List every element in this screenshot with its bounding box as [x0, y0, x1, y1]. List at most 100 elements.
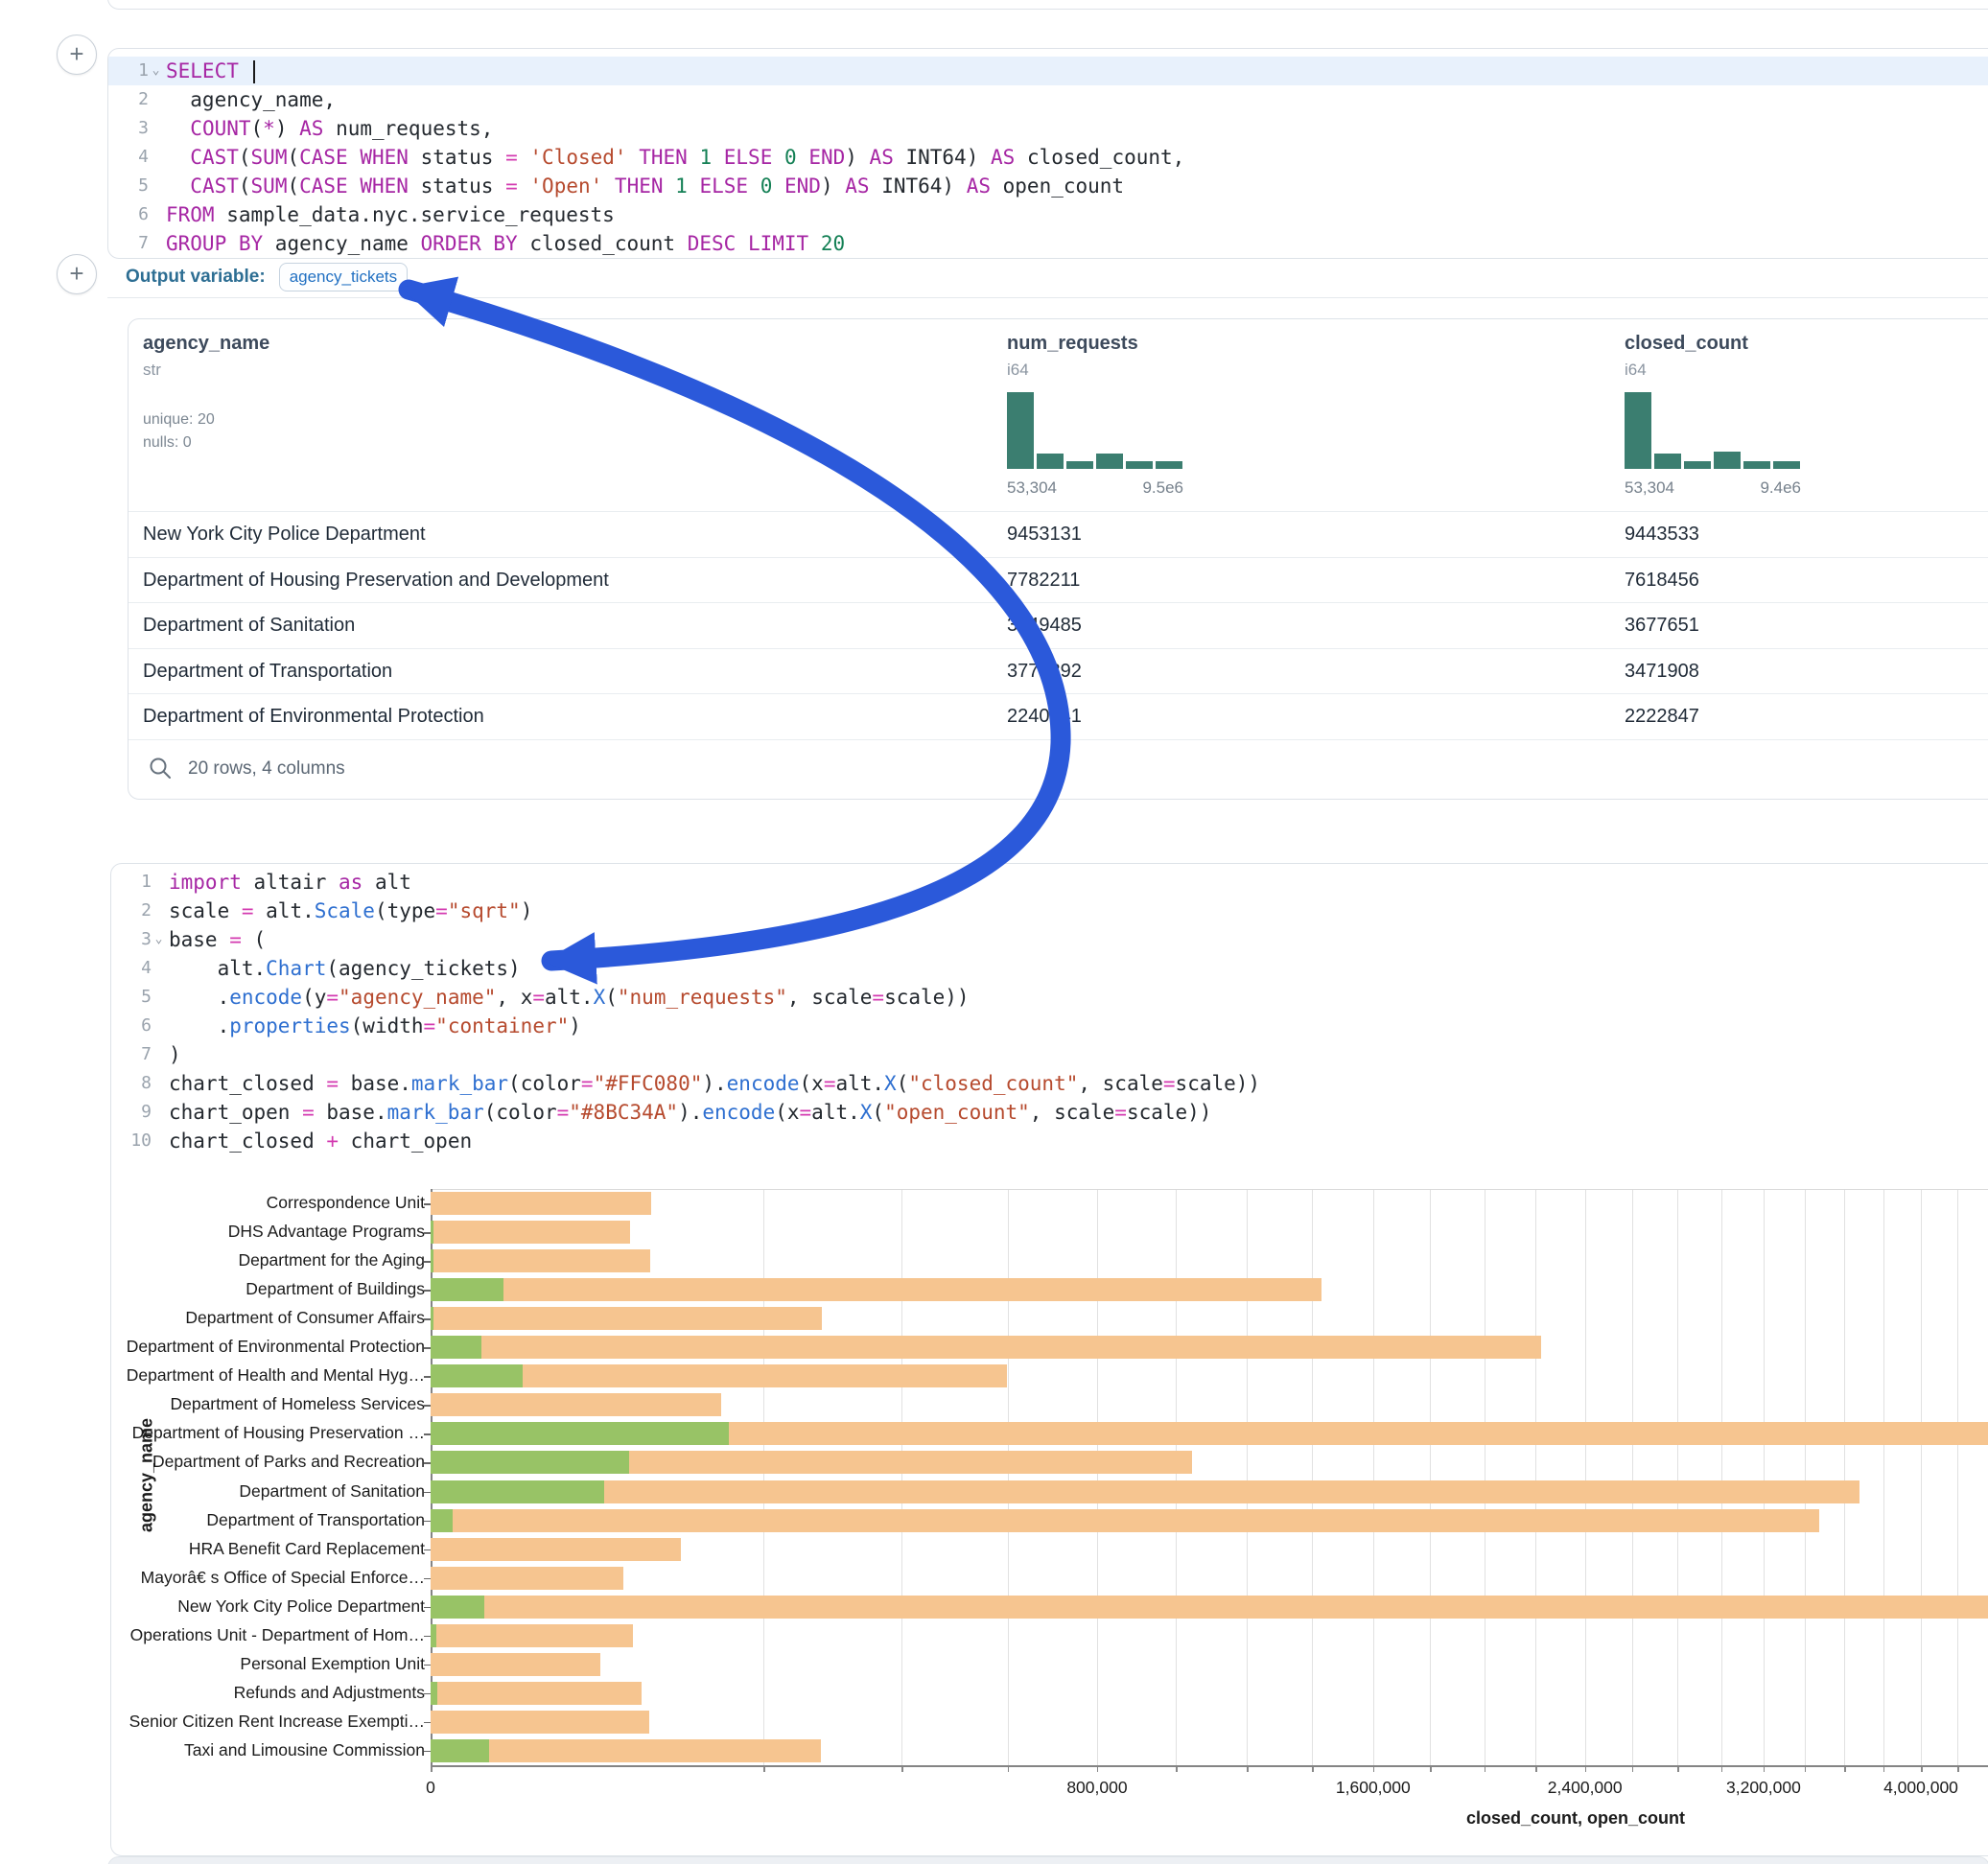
column-name: agency_name — [143, 333, 269, 355]
column-stat: nulls: 0 — [143, 434, 192, 452]
code-text: FROM sample_data.nyc.service_requests — [163, 200, 615, 229]
table-cell: 2222847 — [1625, 706, 1699, 728]
table-cell: 3471908 — [1625, 661, 1699, 683]
table-cell: Department of Sanitation — [143, 615, 355, 637]
table-cell: 7618456 — [1625, 570, 1699, 592]
section-divider — [107, 297, 1988, 298]
fold-chevron-icon: ⌄ — [149, 57, 163, 85]
table-row[interactable]: Department of Housing Preservation and D… — [129, 557, 1988, 604]
code-line: 1 import altair as alt — [111, 868, 1988, 897]
code-text: CAST(SUM(CASE WHEN status = 'Open' THEN … — [163, 172, 1124, 200]
fold-spacer — [149, 200, 163, 229]
next-cell-edge — [107, 1856, 1988, 1864]
code-line: 6 FROM sample_data.nyc.service_requests — [108, 200, 1988, 229]
column-header-closed_count: closed_counti6453,3049.4e6 — [1625, 333, 1748, 380]
table-cell: New York City Police Department — [143, 524, 426, 546]
table-row[interactable]: Department of Sanitation 3749485 3677651 — [129, 602, 1988, 649]
code-text: CAST(SUM(CASE WHEN status = 'Closed' THE… — [163, 143, 1184, 172]
code-text: alt.Chart(agency_tickets) — [166, 954, 521, 983]
code-line: 3 COUNT(*) AS num_requests, — [108, 114, 1988, 143]
text-cursor — [253, 60, 255, 83]
fold-spacer — [152, 897, 166, 925]
notebook-page: + + 1⌄SELECT 2 agency_name,3 COUNT(*) AS… — [0, 0, 1988, 1864]
line-number: 7 — [108, 229, 149, 258]
fold-spacer — [152, 1012, 166, 1040]
fold-spacer — [149, 172, 163, 200]
fold-spacer — [152, 983, 166, 1012]
fold-spacer — [152, 1069, 166, 1098]
code-text: .encode(y="agency_name", x=alt.X("num_re… — [166, 983, 970, 1012]
line-number: 1 — [108, 57, 149, 85]
python-code-editor[interactable]: 1 import altair as alt 2 scale = alt.Scale(… — [111, 864, 1988, 1155]
table-cell: 2240041 — [1007, 706, 1082, 728]
fold-spacer — [152, 1098, 166, 1127]
sql-code-editor[interactable]: 1⌄SELECT 2 agency_name,3 COUNT(*) AS num… — [108, 49, 1988, 258]
python-cell[interactable]: 1 import altair as alt 2 scale = alt.Scale(… — [110, 863, 1988, 1856]
search-icon[interactable] — [148, 756, 173, 781]
histogram-bar — [1156, 461, 1182, 469]
line-number: 3 — [111, 925, 152, 954]
line-number: 1 — [111, 868, 152, 897]
line-number: 4 — [111, 954, 152, 983]
code-text: import altair as alt — [166, 868, 411, 897]
table-row[interactable]: Department of Transportation377489234719… — [129, 648, 1988, 695]
code-text: ) — [166, 1040, 181, 1069]
code-line: 4 CAST(SUM(CASE WHEN status = 'Closed' T… — [108, 143, 1988, 172]
histogram-range-labels: 53,3049.4e6 — [1625, 478, 1801, 498]
histogram-bar — [1654, 454, 1681, 469]
column-name: closed_count — [1625, 333, 1748, 355]
histogram-bar — [1684, 461, 1711, 469]
code-line: 2 agency_name, — [108, 85, 1988, 114]
sql-cell[interactable]: 1⌄SELECT 2 agency_name,3 COUNT(*) AS num… — [107, 48, 1988, 259]
line-number: 2 — [108, 85, 149, 114]
column-type: str — [143, 361, 269, 380]
histogram-range-labels: 53,3049.5e6 — [1007, 478, 1183, 498]
line-number: 10 — [111, 1127, 152, 1155]
chart-y-axis-title: agency_name — [137, 1380, 157, 1572]
line-number: 4 — [108, 143, 149, 172]
histogram-bar — [1066, 461, 1093, 469]
code-text: scale = alt.Scale(type="sqrt") — [166, 897, 532, 925]
line-number: 6 — [111, 1012, 152, 1040]
table-row[interactable]: Department of Environmental Protection22… — [129, 693, 1988, 740]
code-text: agency_name, — [163, 85, 336, 114]
line-number: 9 — [111, 1098, 152, 1127]
histogram-bar — [1007, 392, 1034, 469]
code-line: 1⌄SELECT — [108, 57, 1988, 85]
histogram-bar — [1625, 392, 1651, 469]
code-line: 9 chart_open = base.mark_bar(color="#8BC3… — [111, 1098, 1988, 1127]
column-stat: unique: 20 — [143, 411, 215, 429]
code-line: 6 .properties(width="container") — [111, 1012, 1988, 1040]
line-number: 2 — [111, 897, 152, 925]
code-line: 5 CAST(SUM(CASE WHEN status = 'Open' THE… — [108, 172, 1988, 200]
column-histogram — [1007, 392, 1182, 469]
code-text: GROUP BY agency_name ORDER BY closed_cou… — [163, 229, 845, 258]
table-cell: Department of Housing Preservation and D… — [143, 570, 609, 592]
chart-x-axis-title: closed_count, open_count — [1384, 1808, 1767, 1829]
histogram-bar — [1773, 461, 1800, 469]
fold-spacer — [149, 85, 163, 114]
fold-chevron-icon: ⌄ — [152, 925, 166, 954]
table-row-count: 20 rows, 4 columns — [188, 758, 345, 780]
column-name: num_requests — [1007, 333, 1138, 355]
line-number: 5 — [108, 172, 149, 200]
code-text: chart_closed + chart_open — [166, 1127, 472, 1155]
line-number: 6 — [108, 200, 149, 229]
code-text: SELECT — [163, 57, 255, 85]
table-cell: 3749485 — [1007, 615, 1082, 637]
add-cell-button-middle[interactable]: + — [57, 254, 97, 294]
table-header: agency_namestr unique: 20 nulls: 0 num_requ… — [129, 319, 1988, 511]
table-cell: 9453131 — [1007, 524, 1082, 546]
column-header-num_requests: num_requestsi6453,3049.5e6 — [1007, 333, 1138, 380]
code-text: chart_open = base.mark_bar(color="#8BC34… — [166, 1098, 1211, 1127]
add-cell-button-top[interactable]: + — [57, 35, 97, 75]
code-line: 5 .encode(y="agency_name", x=alt.X("num_… — [111, 983, 1988, 1012]
output-variable-chip[interactable]: agency_tickets — [279, 263, 408, 291]
code-line: 10 chart_closed + chart_open — [111, 1127, 1988, 1155]
table-cell: 3677651 — [1625, 615, 1699, 637]
table-row[interactable]: New York City Police Department945313194… — [129, 511, 1988, 558]
code-line: 2 scale = alt.Scale(type="sqrt") — [111, 897, 1988, 925]
table-cell: 7782211 — [1007, 570, 1080, 592]
histogram-bar — [1037, 454, 1064, 469]
histogram-max-label: 9.4e6 — [1760, 478, 1801, 498]
